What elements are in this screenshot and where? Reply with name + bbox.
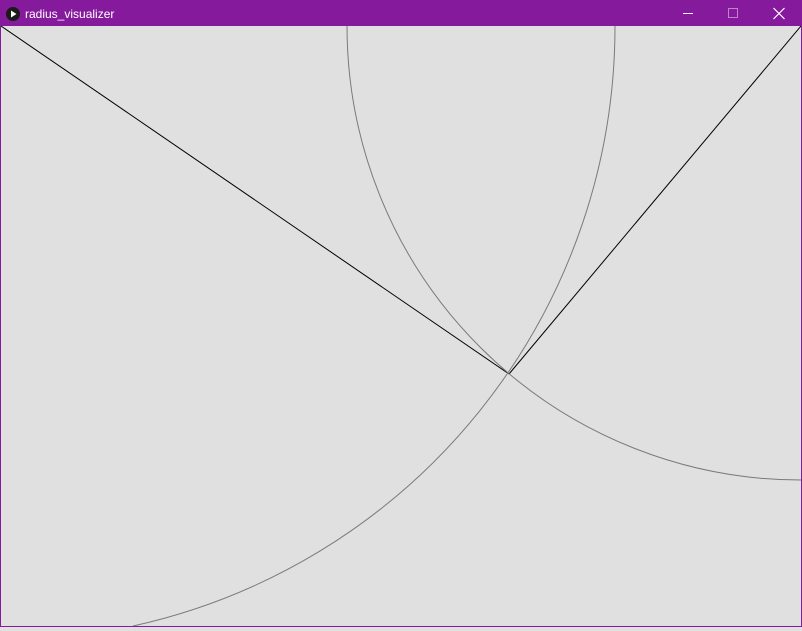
sketch-drawing	[0, 25, 802, 627]
line-right	[508, 25, 802, 375]
maximize-button[interactable]	[710, 1, 755, 26]
title-bar[interactable]: radius_visualizer	[1, 1, 801, 26]
minimize-icon	[683, 13, 693, 14]
sketch-canvas[interactable]	[0, 25, 802, 627]
maximize-icon	[728, 8, 738, 18]
minimize-button[interactable]	[665, 1, 710, 26]
app-window: radius_visualizer	[0, 0, 802, 627]
close-icon	[773, 7, 785, 20]
window-title: radius_visualizer	[25, 7, 115, 21]
close-button[interactable]	[756, 1, 801, 26]
arc-upper-circle	[346, 25, 802, 481]
line-left	[0, 25, 510, 375]
arc-lower-circle	[132, 25, 616, 627]
play-icon	[5, 6, 21, 22]
